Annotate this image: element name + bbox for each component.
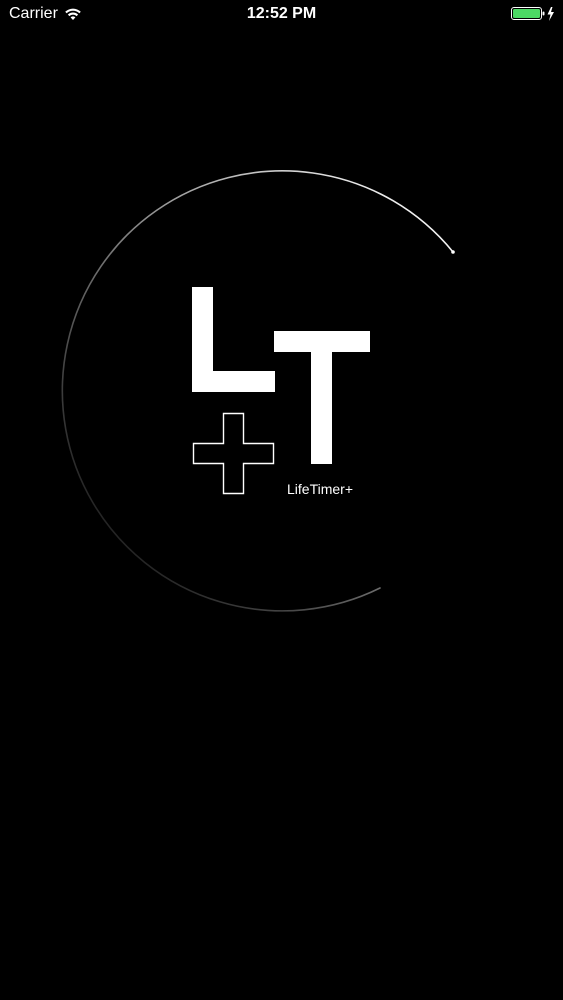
- logo-letter-t: [274, 331, 370, 464]
- app-name-label: LifeTimer+: [287, 481, 353, 497]
- splash-screen: LifeTimer+: [61, 170, 455, 612]
- plus-outline-icon: [192, 412, 275, 495]
- logo-letter-l: [192, 287, 275, 392]
